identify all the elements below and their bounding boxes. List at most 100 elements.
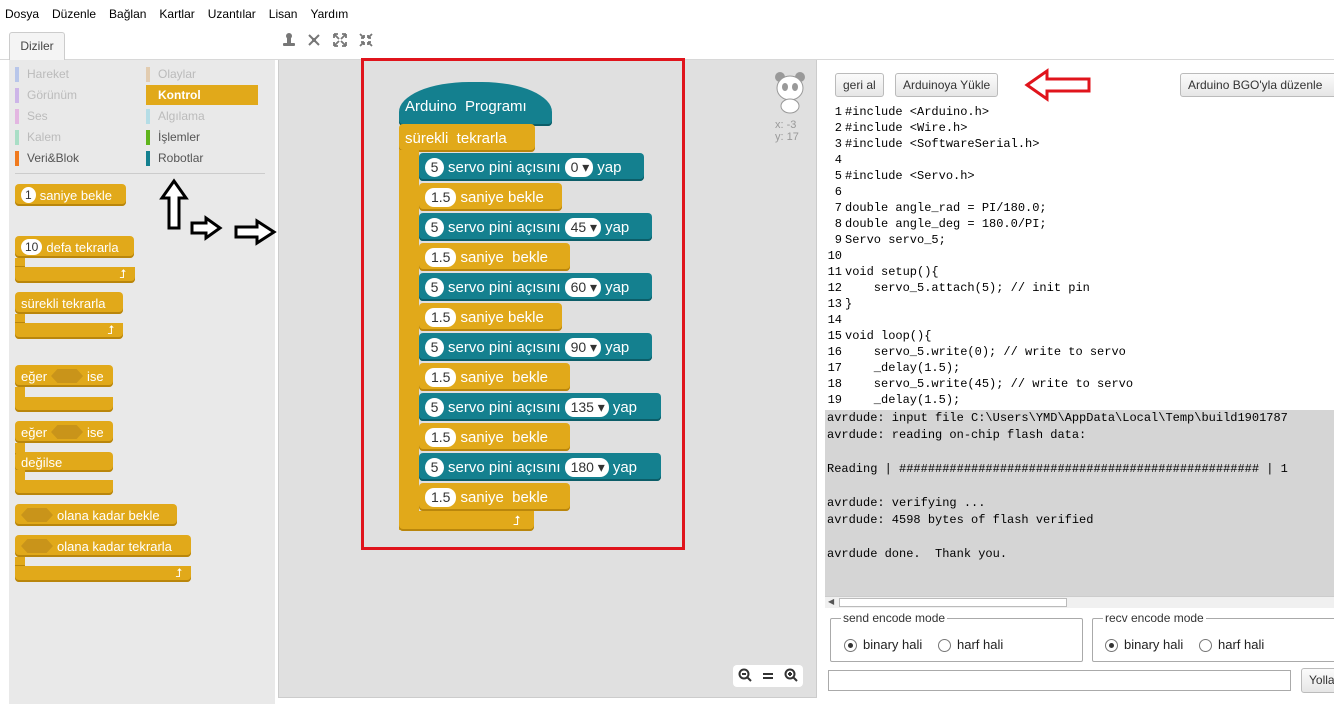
send-encode-mode-group: send encode mode binary hali harf hali [830, 611, 1083, 662]
if-c-foot [15, 397, 113, 412]
line-number: 6 [834, 185, 842, 199]
grow-icon[interactable] [331, 32, 349, 50]
undo-button[interactable]: geri al [835, 73, 884, 97]
line-number: 1 [834, 105, 842, 119]
code-text: _delay(1.5); [845, 393, 961, 407]
line-number: 18 [827, 377, 842, 391]
line-number: 12 [827, 281, 842, 295]
console-line: avrdude: 4598 bytes of flash verified [827, 513, 1094, 527]
category-pen[interactable]: Kalem [15, 127, 61, 147]
line-number: 5 [834, 169, 842, 183]
cut-icon[interactable] [305, 32, 323, 50]
line-number: 2 [834, 121, 842, 135]
upload-to-arduino-button[interactable]: Arduinoya Yükle [895, 73, 999, 97]
menu-connect[interactable]: Bağlan [109, 7, 146, 21]
code-line: 17 _delay(1.5); [825, 360, 1334, 376]
forever-c-foot: ⮥ [15, 323, 123, 339]
condition-slot[interactable] [51, 369, 84, 383]
line-number: 8 [834, 217, 842, 231]
menu-bar: Dosya Düzenle Bağlan Kartlar Uzantılar L… [0, 0, 1334, 28]
code-line: 12 servo_5.attach(5); // init pin [825, 280, 1334, 296]
code-text: _delay(1.5); [845, 361, 961, 375]
line-number: 15 [827, 329, 842, 343]
else-label-block: değilse [15, 452, 113, 472]
send-button[interactable]: Yolla [1301, 668, 1334, 693]
line-number: 17 [827, 361, 842, 375]
red-left-arrow-annotation [1024, 68, 1091, 102]
code-text: void loop(){ [845, 329, 932, 343]
category-sound[interactable]: Ses [15, 106, 48, 126]
palette-divider [15, 173, 265, 174]
stamp-icon[interactable] [280, 32, 298, 50]
code-line: 7 double angle_rad = PI/180.0; [825, 200, 1334, 216]
category-operators[interactable]: İşlemler [146, 127, 200, 147]
condition-slot[interactable] [51, 425, 84, 439]
tab-row: Diziler [0, 28, 1334, 60]
category-looks[interactable]: Görünüm [15, 85, 77, 105]
code-text: servo_5.write(0); // write to servo [845, 345, 1126, 359]
shrink-icon[interactable] [357, 32, 375, 50]
category-events[interactable]: Olaylar [146, 64, 196, 84]
code-line: 9 Servo servo_5; [825, 232, 1334, 248]
line-number: 16 [827, 345, 842, 359]
recv-char-radio[interactable]: harf hali [1199, 637, 1264, 653]
condition-slot[interactable] [21, 508, 53, 522]
zoom-reset-icon[interactable] [762, 668, 774, 684]
console-line: avrdude done. Thank you. [827, 547, 1008, 561]
console-line: avrdude: verifying ... [827, 496, 986, 510]
serial-send-input[interactable] [828, 670, 1291, 691]
code-line: 16 servo_5.write(0); // write to servo [825, 344, 1334, 360]
zoom-out-icon[interactable] [738, 668, 752, 685]
code-view[interactable]: 1 #include <Arduino.h> 2 #include <Wire.h> 3… [825, 104, 1334, 410]
menu-extensions[interactable]: Uzantılar [208, 7, 256, 21]
palette-wait-until-block[interactable]: olana kadar bekle [15, 504, 177, 526]
send-binary-radio[interactable]: binary hali [844, 637, 922, 653]
code-line: 4 [825, 152, 1334, 168]
menu-file[interactable]: Dosya [5, 7, 39, 21]
panda-sprite-icon [775, 72, 805, 114]
palette-if-block[interactable]: eğer ise [15, 365, 113, 387]
code-line: 11 void setup(){ [825, 264, 1334, 280]
console-line: Reading | ##############################… [827, 462, 1288, 476]
scrollbar-thumb[interactable] [839, 598, 1067, 607]
right-arrow-annotation [190, 215, 223, 241]
menu-edit[interactable]: Düzenle [52, 7, 96, 21]
category-sensing[interactable]: Algılama [146, 106, 205, 126]
palette-repeat-until-block[interactable]: olana kadar tekrarla [15, 535, 191, 557]
category-data[interactable]: Veri&Blok [15, 148, 79, 168]
palette-wait-block[interactable]: 1 saniye bekle [15, 184, 126, 206]
menu-boards[interactable]: Kartlar [159, 7, 194, 21]
category-control[interactable]: Kontrol [146, 85, 258, 105]
palette-if-else-block[interactable]: eğer ise [15, 421, 113, 443]
code-line: 6 [825, 184, 1334, 200]
code-line: 13} [825, 296, 1334, 312]
category-motion[interactable]: Hareket [15, 64, 69, 84]
line-number: 11 [827, 265, 842, 279]
condition-slot[interactable] [21, 539, 53, 553]
palette-repeat-block[interactable]: 10 defa tekrarla [15, 236, 134, 258]
code-line: 2 #include <Wire.h> [825, 120, 1334, 136]
send-mode-legend: send encode mode [841, 611, 948, 625]
recv-binary-radio[interactable]: binary hali [1105, 637, 1183, 653]
tab-scripts[interactable]: Diziler [9, 32, 65, 60]
zoom-controls [733, 665, 803, 687]
code-text: servo_5.write(45); // write to servo [845, 377, 1134, 391]
line-number: 3 [834, 137, 842, 151]
line-number: 10 [827, 249, 842, 263]
zoom-in-icon[interactable] [784, 668, 798, 685]
right-arrow-annotation [234, 218, 277, 246]
line-number: 4 [834, 153, 842, 167]
palette-forever-block[interactable]: sürekli tekrarla [15, 292, 123, 314]
menu-language[interactable]: Lisan [269, 7, 298, 21]
category-robots[interactable]: Robotlar [146, 148, 203, 168]
if-else-c-foot [15, 480, 113, 495]
menu-help[interactable]: Yardım [310, 7, 348, 21]
code-line: 14 [825, 312, 1334, 328]
send-char-radio[interactable]: harf hali [938, 637, 1003, 653]
line-number: 14 [827, 313, 842, 327]
code-text: #include <Servo.h> [845, 169, 975, 183]
edit-with-arduino-ide-button[interactable]: Arduino BGO'yla düzenle [1180, 73, 1334, 97]
horizontal-scrollbar[interactable]: ◀ [825, 596, 1334, 608]
